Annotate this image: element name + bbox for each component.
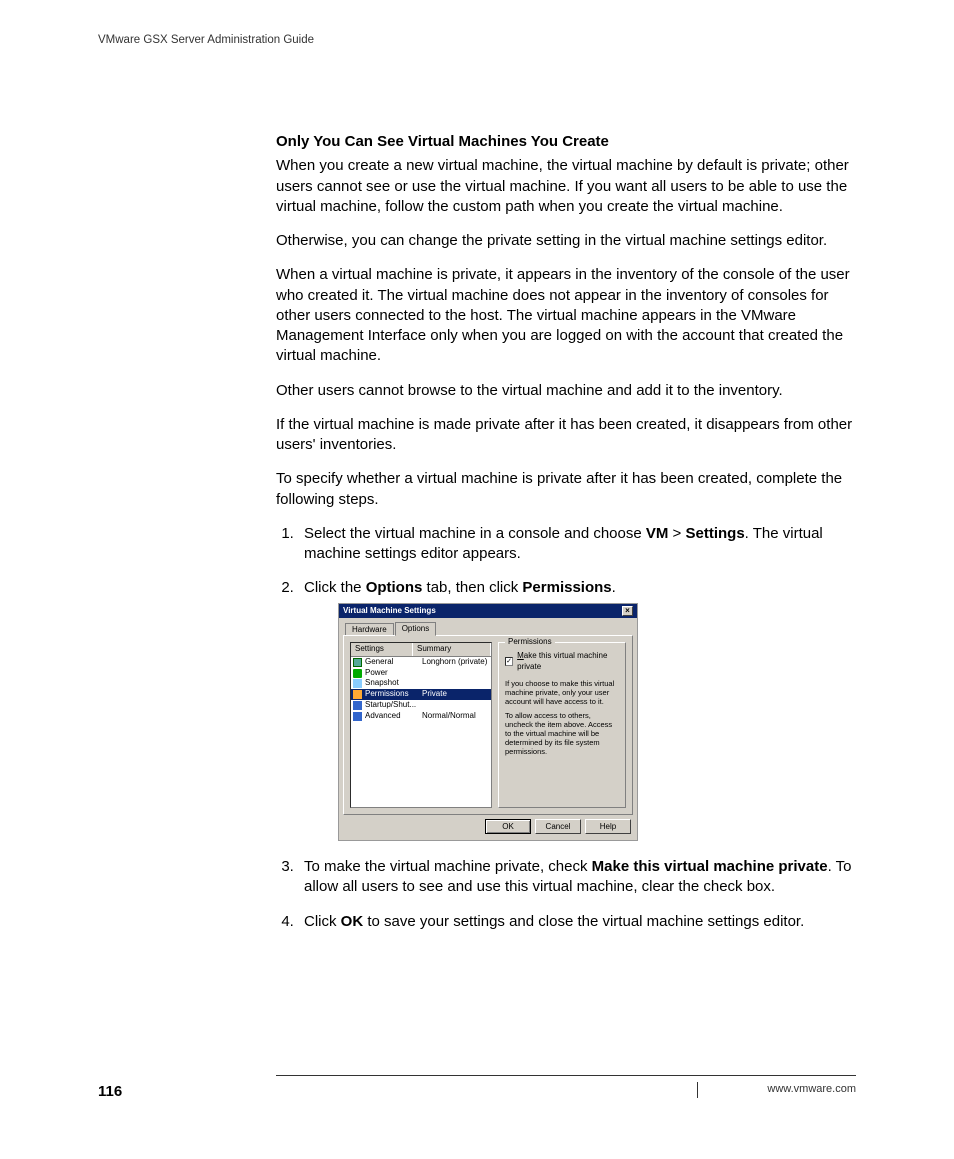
step-3: To make the virtual machine private, che… bbox=[298, 857, 856, 898]
list-item[interactable]: Startup/Shut... bbox=[351, 700, 491, 711]
list-item[interactable]: Power bbox=[351, 668, 491, 679]
paragraph: To specify whether a virtual machine is … bbox=[276, 469, 856, 510]
footer-url: www.vmware.com bbox=[767, 1083, 856, 1095]
paragraph: When a virtual machine is private, it ap… bbox=[276, 265, 856, 366]
section-heading: Only You Can See Virtual Machines You Cr… bbox=[276, 132, 856, 152]
step-1: Select the virtual machine in a console … bbox=[298, 524, 856, 565]
dialog-titlebar: Virtual Machine Settings × bbox=[339, 604, 637, 619]
ok-button[interactable]: OK bbox=[485, 819, 531, 834]
checkbox-label: Make this virtual machine private bbox=[517, 651, 619, 673]
list-item[interactable]: AdvancedNormal/Normal bbox=[351, 711, 491, 722]
power-icon bbox=[353, 669, 362, 678]
hint-text: To allow access to others, uncheck the i… bbox=[505, 711, 619, 756]
settings-list[interactable]: Settings Summary GeneralLonghorn (privat… bbox=[350, 642, 492, 808]
close-icon[interactable]: × bbox=[622, 606, 633, 616]
steps-list: Select the virtual machine in a console … bbox=[298, 524, 856, 932]
cancel-button[interactable]: Cancel bbox=[535, 819, 581, 834]
group-label: Permissions bbox=[505, 637, 555, 648]
help-button[interactable]: Help bbox=[585, 819, 631, 834]
column-header-settings: Settings bbox=[351, 643, 413, 656]
list-item[interactable]: Snapshot bbox=[351, 678, 491, 689]
page-footer: 116 www.vmware.com bbox=[98, 1083, 856, 1101]
column-header-summary: Summary bbox=[413, 643, 491, 656]
advanced-icon bbox=[353, 712, 362, 721]
snapshot-icon bbox=[353, 679, 362, 688]
step-4: Click OK to save your settings and close… bbox=[298, 912, 856, 932]
startup-icon bbox=[353, 701, 362, 710]
tab-options[interactable]: Options bbox=[395, 622, 437, 636]
list-item[interactable]: GeneralLonghorn (private) bbox=[351, 657, 491, 668]
paragraph: Other users cannot browse to the virtual… bbox=[276, 381, 856, 401]
permissions-group: Permissions ✓ Make this virtual machine … bbox=[498, 642, 626, 808]
running-header: VMware GSX Server Administration Guide bbox=[98, 34, 314, 46]
hint-text: If you choose to make this virtual machi… bbox=[505, 679, 619, 706]
list-item[interactable]: PermissionsPrivate bbox=[351, 689, 491, 700]
step-2: Click the Options tab, then click Permis… bbox=[298, 578, 856, 841]
general-icon bbox=[353, 658, 362, 667]
main-content: Only You Can See Virtual Machines You Cr… bbox=[276, 132, 856, 946]
vm-settings-dialog: Virtual Machine Settings × Hardware Opti… bbox=[338, 603, 638, 842]
make-private-checkbox[interactable]: ✓ bbox=[505, 657, 513, 666]
page-number: 116 bbox=[98, 1083, 122, 1100]
paragraph: If the virtual machine is made private a… bbox=[276, 415, 856, 456]
permissions-icon bbox=[353, 690, 362, 699]
paragraph: Otherwise, you can change the private se… bbox=[276, 231, 856, 251]
paragraph: When you create a new virtual machine, t… bbox=[276, 156, 856, 217]
dialog-title: Virtual Machine Settings bbox=[343, 606, 436, 617]
